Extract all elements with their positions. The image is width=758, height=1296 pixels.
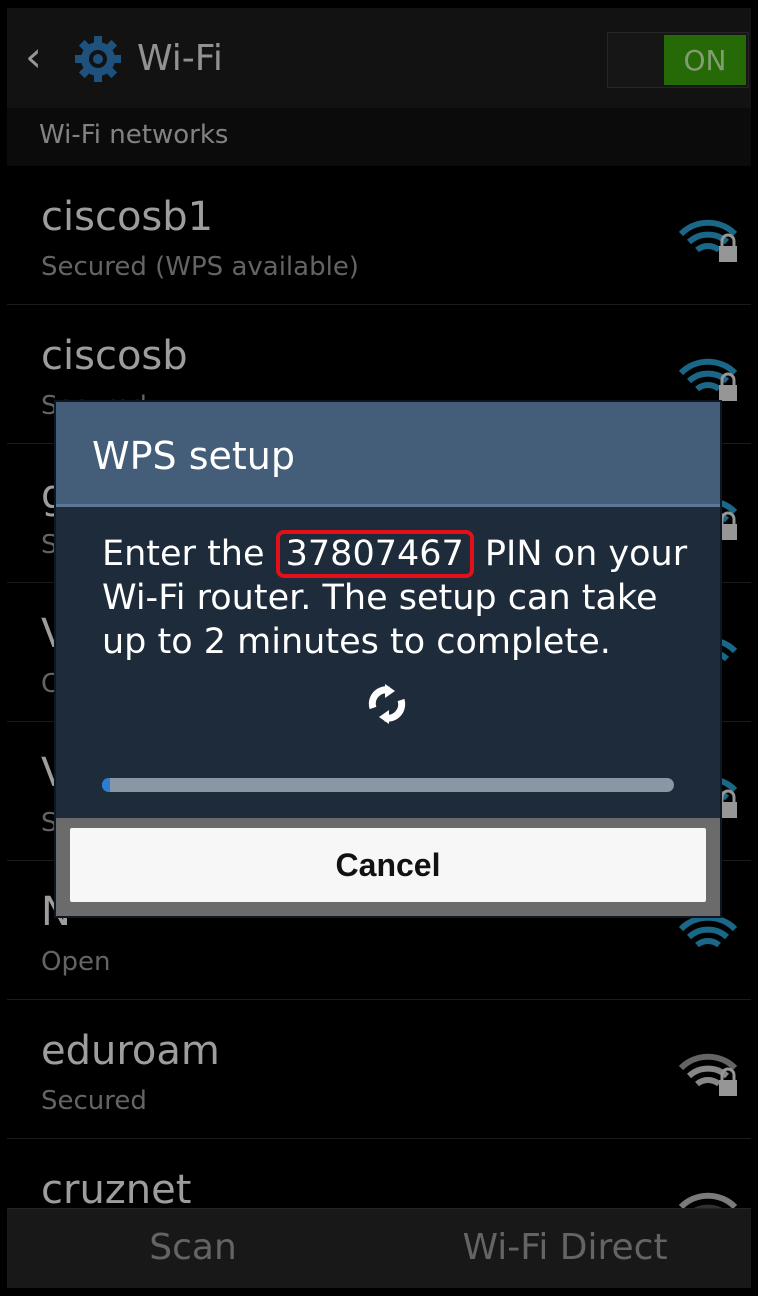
sync-icon [368,684,406,724]
dialog-message-prefix: Enter the [102,534,276,574]
dialog-title: WPS setup [92,434,295,478]
wps-pin: 37807467 [275,530,474,578]
dialog-title-bar: WPS setup [56,402,720,507]
wps-setup-dialog: WPS setup Enter the 37807467 PIN on your… [56,402,720,916]
cancel-button[interactable]: Cancel [70,828,706,902]
dialog-message: Enter the 37807467 PIN on your Wi-Fi rou… [102,530,702,664]
progress-bar [102,778,674,792]
dialog-button-area: Cancel [56,818,720,916]
progress-bar-fill [102,778,110,792]
